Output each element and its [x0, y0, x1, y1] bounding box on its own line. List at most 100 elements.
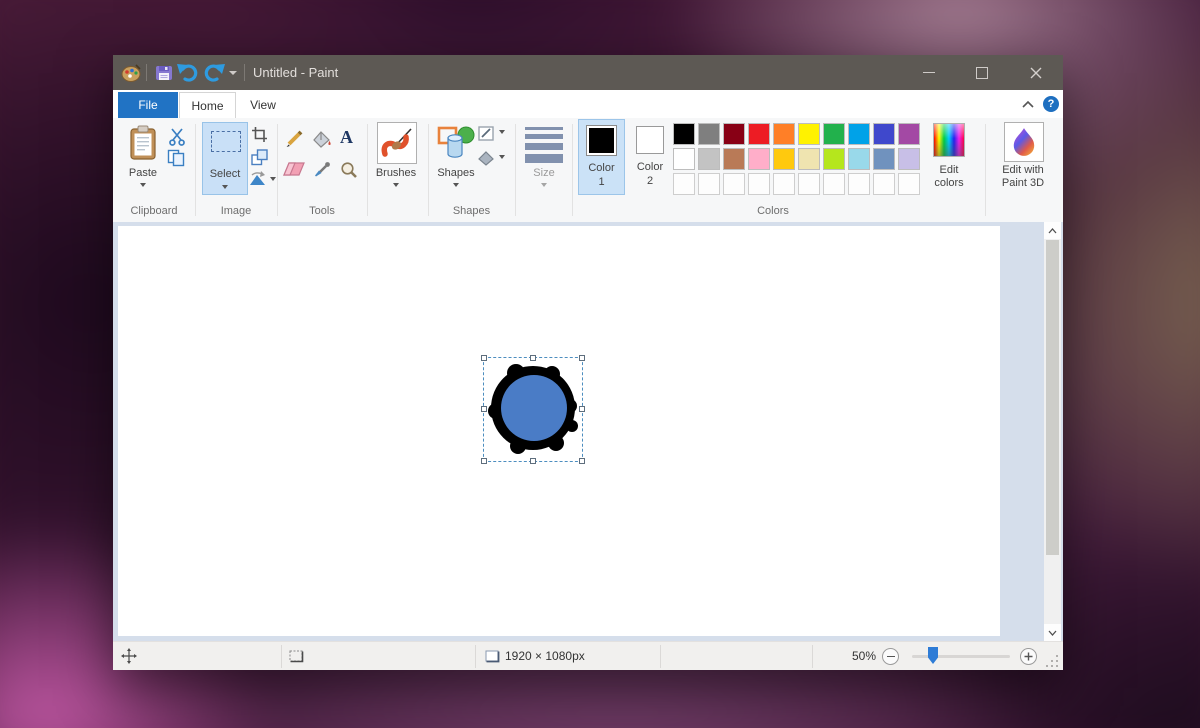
palette-swatch[interactable]	[723, 148, 745, 170]
redo-icon[interactable]	[203, 63, 225, 82]
fill-dropdown-icon[interactable]	[499, 155, 505, 159]
edit-colors-button[interactable]: Edit colors	[922, 120, 976, 196]
shapes-button[interactable]	[437, 124, 475, 162]
quick-access-dropdown-icon[interactable]	[229, 71, 237, 75]
copy-icon[interactable]	[167, 149, 186, 167]
undo-icon[interactable]	[177, 63, 199, 82]
titlebar-separator	[146, 64, 147, 81]
magnifier-tool-icon[interactable]	[340, 161, 358, 179]
palette-swatch[interactable]	[773, 148, 795, 170]
palette-swatch[interactable]	[698, 123, 720, 145]
scroll-up-button[interactable]	[1044, 222, 1061, 239]
paint-window: Untitled - Paint File Home View ?	[113, 55, 1063, 670]
resize-icon[interactable]	[251, 149, 268, 166]
palette-swatch-empty[interactable]	[798, 173, 820, 195]
edit-colors-label-line1: Edit	[922, 164, 976, 176]
selection-handle-sw[interactable]	[481, 458, 487, 464]
zoom-percentage: 50%	[828, 649, 876, 663]
palette-swatch[interactable]	[698, 148, 720, 170]
palette-swatch[interactable]	[848, 148, 870, 170]
shapes-dropdown-icon[interactable]	[453, 183, 459, 187]
palette-swatch[interactable]	[898, 148, 920, 170]
resize-grip[interactable]	[1046, 655, 1060, 669]
palette-swatch[interactable]	[873, 148, 895, 170]
color2-swatch	[636, 126, 664, 154]
save-icon[interactable]	[155, 65, 173, 81]
zoom-in-button[interactable]	[1020, 648, 1037, 665]
palette-swatch-empty[interactable]	[773, 173, 795, 195]
palette-swatch-empty[interactable]	[898, 173, 920, 195]
collapse-ribbon-icon[interactable]	[1022, 100, 1034, 108]
palette-swatch[interactable]	[798, 148, 820, 170]
shape-outline-icon[interactable]	[478, 126, 495, 141]
crop-icon[interactable]	[251, 126, 268, 143]
size-button[interactable]	[525, 127, 563, 159]
palette-swatch[interactable]	[848, 123, 870, 145]
zoom-slider-thumb[interactable]	[928, 647, 938, 664]
brushes-button[interactable]	[377, 122, 417, 164]
edit-with-paint3d-button[interactable]: Edit with Paint 3D	[989, 120, 1057, 196]
outline-dropdown-icon[interactable]	[499, 130, 505, 134]
vertical-scrollbar[interactable]	[1044, 222, 1061, 641]
palette-swatch[interactable]	[898, 123, 920, 145]
drawing-canvas[interactable]	[118, 226, 1000, 636]
eraser-tool-icon[interactable]	[283, 162, 305, 177]
scrollbar-thumb[interactable]	[1046, 240, 1059, 555]
group-divider	[367, 124, 368, 216]
close-button[interactable]	[1013, 55, 1058, 90]
shape-fill-icon[interactable]	[478, 151, 495, 166]
palette-swatch[interactable]	[773, 123, 795, 145]
palette-swatch-empty[interactable]	[873, 173, 895, 195]
selection-handle-s[interactable]	[530, 458, 536, 464]
maximize-icon	[976, 67, 988, 79]
rotate-icon[interactable]	[248, 170, 267, 187]
tab-home[interactable]: Home	[179, 92, 236, 118]
ribbon-tab-row: File Home View ?	[113, 90, 1063, 118]
palette-swatch[interactable]	[673, 123, 695, 145]
help-button[interactable]: ?	[1043, 96, 1059, 112]
select-button[interactable]: Select	[202, 122, 248, 195]
selection-handle-e[interactable]	[579, 406, 585, 412]
palette-swatch-empty[interactable]	[698, 173, 720, 195]
palette-swatch-empty[interactable]	[823, 173, 845, 195]
minimize-button[interactable]	[906, 55, 951, 90]
color1-button[interactable]: Color 1	[578, 119, 625, 195]
scroll-down-button[interactable]	[1044, 624, 1061, 641]
zoom-out-button[interactable]	[882, 648, 899, 665]
palette-swatch[interactable]	[873, 123, 895, 145]
cut-icon[interactable]	[168, 128, 186, 146]
paste-dropdown-icon[interactable]	[140, 183, 146, 187]
tab-file[interactable]: File	[118, 92, 178, 118]
palette-swatch[interactable]	[798, 123, 820, 145]
palette-swatch-empty[interactable]	[723, 173, 745, 195]
zoom-slider-track[interactable]	[912, 655, 1010, 658]
tab-view[interactable]: View	[237, 92, 289, 118]
palette-swatch[interactable]	[823, 123, 845, 145]
selection-rectangle[interactable]	[483, 357, 583, 462]
color2-button[interactable]: Color 2	[629, 119, 671, 195]
paste-button[interactable]	[128, 125, 158, 166]
selection-handle-nw[interactable]	[481, 355, 487, 361]
title-bar[interactable]: Untitled - Paint	[113, 55, 1063, 90]
select-label: Select	[203, 168, 247, 180]
edit-colors-icon	[933, 123, 965, 157]
text-tool-icon[interactable]: A	[340, 127, 353, 148]
maximize-button[interactable]	[959, 55, 1004, 90]
palette-swatch-empty[interactable]	[848, 173, 870, 195]
palette-swatch[interactable]	[748, 123, 770, 145]
palette-swatch[interactable]	[748, 148, 770, 170]
palette-swatch[interactable]	[673, 148, 695, 170]
palette-swatch[interactable]	[823, 148, 845, 170]
selection-handle-n[interactable]	[530, 355, 536, 361]
color-picker-tool-icon[interactable]	[313, 161, 331, 179]
rotate-dropdown-icon[interactable]	[270, 177, 276, 181]
pencil-tool-icon[interactable]	[285, 129, 304, 148]
selection-handle-ne[interactable]	[579, 355, 585, 361]
palette-swatch[interactable]	[723, 123, 745, 145]
palette-swatch-empty[interactable]	[673, 173, 695, 195]
selection-handle-w[interactable]	[481, 406, 487, 412]
fill-tool-icon[interactable]	[312, 130, 332, 148]
brushes-dropdown-icon[interactable]	[393, 183, 399, 187]
selection-handle-se[interactable]	[579, 458, 585, 464]
palette-swatch-empty[interactable]	[748, 173, 770, 195]
